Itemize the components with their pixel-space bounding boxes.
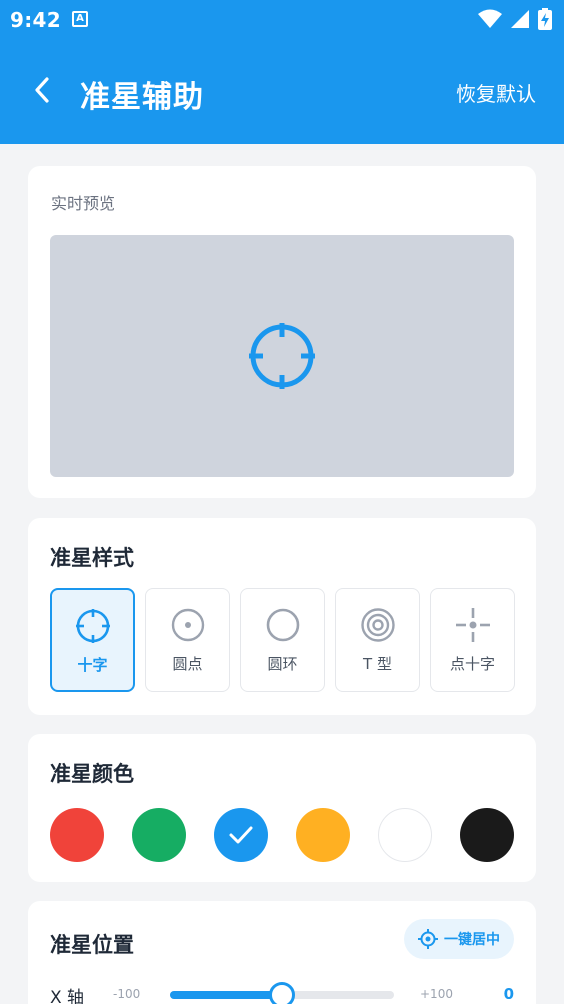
back-button[interactable] [22, 70, 62, 110]
locate-icon [418, 929, 438, 949]
color-section-title: 准星颜色 [50, 762, 134, 786]
color-swatch-black[interactable] [460, 808, 514, 862]
style-option-ring[interactable]: 圆环 [240, 588, 325, 692]
title-bar: 准星辅助 恢复默认 [0, 58, 564, 122]
style-option-label: T 型 [363, 655, 392, 673]
crosshair-style-card: 准星样式 十字 圆点 圆环 T 型 点十字 [28, 518, 536, 715]
style-section-title: 准星样式 [50, 546, 134, 570]
x-axis-row: X 轴 -100 +100 0 [50, 982, 514, 1004]
crosshair-position-card: 准星位置 一键居中 X 轴 -100 +100 0 [28, 901, 536, 1004]
status-bar: 9:42 A [0, 0, 564, 38]
wifi-icon [478, 9, 502, 28]
style-options: 十字 圆点 圆环 T 型 点十字 [50, 588, 515, 692]
style-option-label: 十字 [77, 656, 108, 674]
status-time: 9:42 [10, 8, 61, 32]
target-icon [360, 608, 395, 642]
color-swatch-white[interactable] [378, 808, 432, 862]
status-notification-badge: A [72, 11, 88, 27]
status-icons [478, 8, 552, 30]
preview-label: 实时预览 [51, 194, 116, 213]
crosshair-preview-icon [249, 323, 315, 389]
style-option-label: 点十字 [449, 655, 495, 673]
style-option-t[interactable]: T 型 [335, 588, 420, 692]
x-axis-slider-fill [170, 991, 282, 999]
chevron-left-icon [35, 77, 49, 103]
color-swatches [50, 808, 514, 862]
dot-cross-icon [455, 608, 490, 642]
ring-icon [266, 608, 299, 642]
preview-area [50, 235, 514, 477]
x-axis-label: X 轴 [50, 988, 85, 1004]
x-axis-min-label: -100 [113, 987, 141, 1001]
color-swatch-green[interactable] [132, 808, 186, 862]
color-swatch-blue[interactable] [214, 808, 268, 862]
center-button[interactable]: 一键居中 [404, 919, 514, 959]
x-axis-value: 0 [503, 985, 514, 1003]
style-option-dot-cross[interactable]: 点十字 [430, 588, 515, 692]
x-axis-max-label: +100 [420, 987, 453, 1001]
color-swatch-amber[interactable] [296, 808, 350, 862]
position-section-title: 准星位置 [50, 933, 134, 957]
center-button-label: 一键居中 [444, 932, 500, 948]
style-option-label: 圆点 [172, 655, 203, 673]
signal-icon [511, 10, 529, 28]
color-swatch-red[interactable] [50, 808, 104, 862]
page-title: 准星辅助 [80, 80, 204, 115]
preview-card: 实时预览 [28, 166, 536, 498]
crosshair-color-card: 准星颜色 [28, 734, 536, 882]
style-option-cross[interactable]: 十字 [50, 588, 135, 692]
x-axis-slider[interactable] [170, 982, 394, 1004]
battery-icon [538, 8, 552, 30]
style-option-label: 圆环 [267, 655, 298, 673]
app-bar: 9:42 A 准星辅助 恢复默认 [0, 0, 564, 144]
check-icon [229, 826, 253, 844]
crosshair-icon [75, 609, 110, 643]
dot-icon [171, 608, 204, 642]
x-axis-slider-thumb[interactable] [269, 982, 295, 1004]
style-option-dot[interactable]: 圆点 [145, 588, 230, 692]
reset-defaults-button[interactable]: 恢复默认 [456, 78, 536, 107]
